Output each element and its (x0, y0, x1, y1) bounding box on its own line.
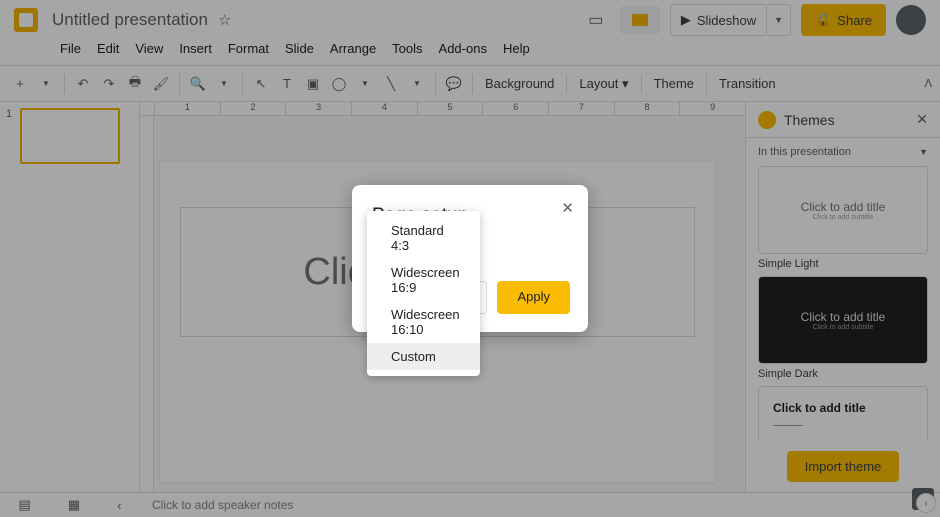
option-standard-43[interactable]: Standard 4:3 (367, 217, 480, 259)
option-widescreen-1610[interactable]: Widescreen 16:10 (367, 301, 480, 343)
option-widescreen-169[interactable]: Widescreen 16:9 (367, 259, 480, 301)
option-custom[interactable]: Custom (367, 343, 480, 370)
apply-button[interactable]: Apply (497, 281, 570, 314)
page-setup-dropdown: Standard 4:3 Widescreen 16:9 Widescreen … (367, 211, 480, 376)
close-icon[interactable]: ✕ (561, 199, 574, 217)
